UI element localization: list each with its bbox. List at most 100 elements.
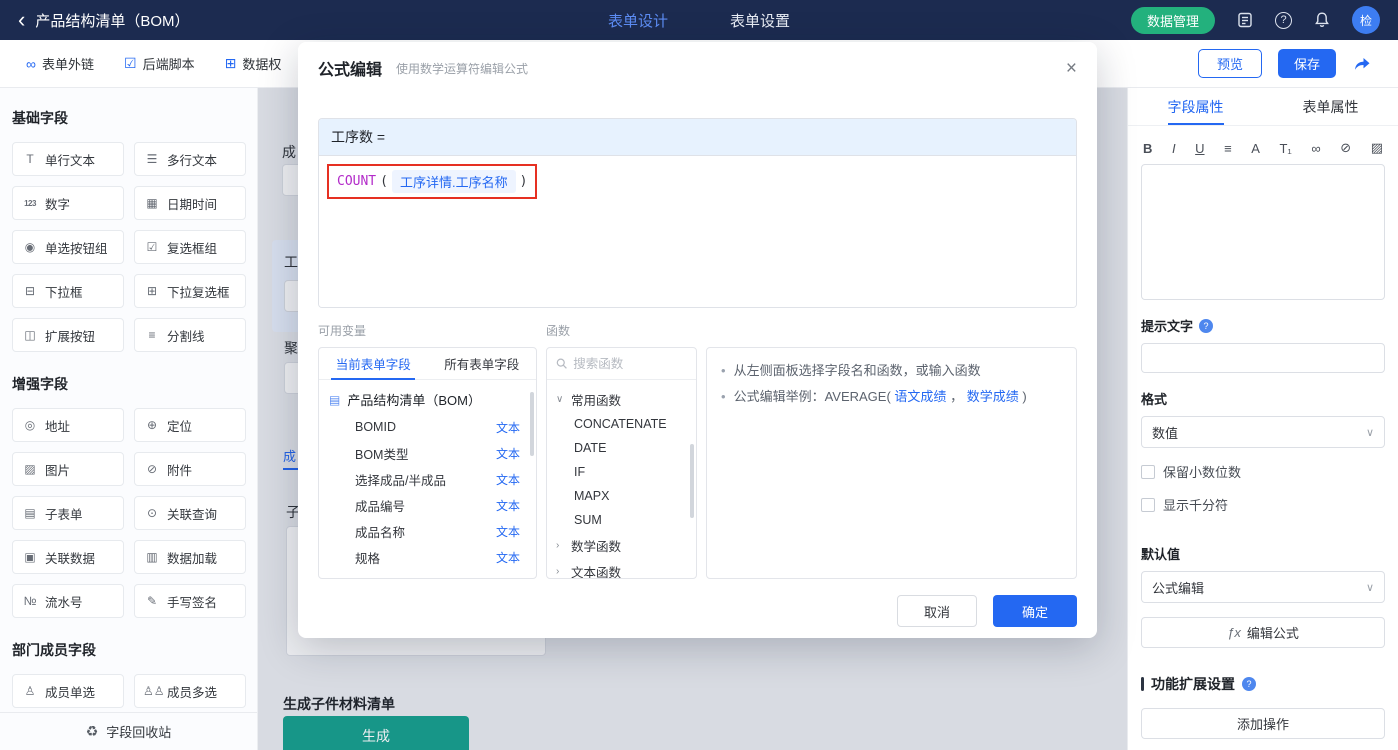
page-title: 产品结构清单（BOM）: [35, 10, 189, 31]
close-icon[interactable]: ×: [1066, 59, 1077, 78]
save-button[interactable]: 保存: [1278, 49, 1336, 78]
palette-item-extend-button[interactable]: ◫扩展按钮: [12, 318, 124, 352]
decimal-checkbox[interactable]: [1141, 465, 1155, 479]
func-item[interactable]: MAPX: [547, 484, 696, 508]
scrollbar-thumb[interactable]: [690, 444, 694, 518]
cancel-button[interactable]: 取消: [897, 595, 977, 627]
avatar[interactable]: 检: [1352, 6, 1380, 34]
func-group-text[interactable]: › 文本函数: [547, 558, 696, 579]
extension-help-icon[interactable]: ?: [1242, 677, 1256, 691]
tab-current-form-fields[interactable]: 当前表单字段: [319, 348, 428, 379]
tab-form-properties[interactable]: 表单属性: [1263, 88, 1398, 125]
palette-item-member-multi[interactable]: ♙♙成员多选: [134, 674, 246, 708]
field-title-editor[interactable]: [1141, 164, 1385, 300]
underline-icon[interactable]: U: [1195, 141, 1204, 156]
func-group-math[interactable]: › 数学函数: [547, 532, 696, 558]
palette-item-address[interactable]: ◎地址: [12, 408, 124, 442]
field-recycle-bin[interactable]: ♻ 字段回收站: [0, 712, 257, 750]
image-icon[interactable]: ▨: [1371, 140, 1383, 156]
decimal-checkbox-row[interactable]: 保留小数位数: [1141, 462, 1385, 481]
func-group-label: 常用函数: [571, 390, 621, 409]
share-icon[interactable]: [1352, 54, 1372, 74]
font-size-icon[interactable]: T₁: [1279, 141, 1291, 156]
field-row[interactable]: 成品编号文本: [319, 492, 536, 518]
palette-item-lookup-query[interactable]: ⊙关联查询: [134, 496, 246, 530]
help-icon[interactable]: ?: [1275, 12, 1292, 29]
nav-tab-form-design[interactable]: 表单设计: [608, 10, 668, 31]
edit-formula-button[interactable]: ƒx 编辑公式: [1141, 617, 1385, 648]
add-action-button[interactable]: 添加操作: [1141, 708, 1385, 739]
thousand-checkbox[interactable]: [1141, 498, 1155, 512]
canvas-field-label: 工: [284, 252, 298, 272]
palette-item-checkbox-group[interactable]: ☑复选框组: [134, 230, 246, 264]
func-item[interactable]: SUM: [547, 508, 696, 532]
preview-button[interactable]: 预览: [1198, 49, 1262, 78]
palette-item-multi-line-text[interactable]: ☰多行文本: [134, 142, 246, 176]
link-icon[interactable]: ∞: [1311, 141, 1320, 156]
field-row[interactable]: 规格文本: [319, 544, 536, 570]
field-row[interactable]: 选择成品/半成品文本: [319, 466, 536, 492]
palette-item-label: 数字: [45, 194, 70, 213]
default-value-select[interactable]: 公式编辑 ∨: [1141, 571, 1385, 603]
formula-editor-area[interactable]: COUNT ( 工序详情.工序名称 ): [319, 155, 1076, 307]
palette-item-subform[interactable]: ▤子表单: [12, 496, 124, 530]
confirm-button[interactable]: 确定: [993, 595, 1077, 627]
back-icon[interactable]: ‹: [18, 2, 25, 38]
nav-tab-form-settings[interactable]: 表单设置: [730, 10, 790, 31]
italic-icon[interactable]: I: [1172, 141, 1176, 156]
palette-item-attachment[interactable]: ⊘附件: [134, 452, 246, 486]
data-permission-item[interactable]: ⊞ 数据权: [225, 54, 282, 73]
form-root-node[interactable]: ▤ 产品结构清单（BOM）: [319, 380, 536, 414]
func-item[interactable]: DATE: [547, 436, 696, 460]
field-type-badge: 文本: [496, 497, 520, 514]
field-row[interactable]: BOM类型文本: [319, 440, 536, 466]
palette-item-dropdown[interactable]: ⊟下拉框: [12, 274, 124, 308]
field-row[interactable]: 成品名称文本: [319, 518, 536, 544]
tab-field-properties[interactable]: 字段属性: [1128, 88, 1263, 125]
palette-item-signature[interactable]: ✎手写签名: [134, 584, 246, 618]
extension-settings-label: 功能扩展设置: [1151, 674, 1235, 694]
chevron-down-icon: ∨: [1366, 581, 1374, 594]
palette-item-linked-data[interactable]: ▣关联数据: [12, 540, 124, 574]
font-color-icon[interactable]: A: [1251, 141, 1260, 156]
tab-all-form-fields[interactable]: 所有表单字段: [428, 348, 537, 379]
formula-field-pill[interactable]: 工序详情.工序名称: [392, 170, 516, 193]
field-name: 选择成品/半成品: [355, 470, 446, 489]
func-group-common[interactable]: ∨ 常用函数: [547, 386, 696, 412]
unlink-icon[interactable]: ⊘: [1340, 140, 1351, 156]
palette-item-number[interactable]: 123数字: [12, 186, 124, 220]
palette-item-image[interactable]: ▨图片: [12, 452, 124, 486]
palette-item-datetime[interactable]: ▦日期时间: [134, 186, 246, 220]
bold-icon[interactable]: B: [1143, 141, 1152, 156]
palette-item-data-load[interactable]: ▥数据加载: [134, 540, 246, 574]
palette-item-dropdown-multi[interactable]: ⊞下拉复选框: [134, 274, 246, 308]
hint-text-input[interactable]: [1141, 343, 1385, 373]
search-input[interactable]: [573, 357, 687, 371]
hint-example-prefix: 公式编辑举例：AVERAGE(: [734, 389, 891, 404]
align-icon[interactable]: ≡: [1224, 141, 1232, 156]
palette-item-single-line-text[interactable]: T单行文本: [12, 142, 124, 176]
palette-item-label: 定位: [167, 416, 192, 435]
func-item[interactable]: CONCATENATE: [547, 412, 696, 436]
palette-item-divider[interactable]: ≡分割线: [134, 318, 246, 352]
twisty-open-icon: ∨: [556, 394, 565, 405]
backend-script-item[interactable]: ☑ 后端脚本: [124, 54, 195, 73]
palette-item-location[interactable]: ⊕定位: [134, 408, 246, 442]
format-select[interactable]: 数值 ∨: [1141, 416, 1385, 448]
external-link-item[interactable]: ∞ 表单外链: [26, 54, 94, 73]
palette-item-serial-number[interactable]: №流水号: [12, 584, 124, 618]
workflow-icon[interactable]: [1235, 10, 1255, 30]
palette-item-radio-group[interactable]: ◉单选按钮组: [12, 230, 124, 264]
thousand-checkbox-row[interactable]: 显示千分符: [1141, 495, 1385, 514]
palette-item-member-single[interactable]: ♙成员单选: [12, 674, 124, 708]
data-manage-button[interactable]: 数据管理: [1131, 7, 1215, 34]
func-item[interactable]: IF: [547, 460, 696, 484]
function-search: [547, 348, 696, 380]
generate-button[interactable]: 生成: [283, 716, 469, 750]
scrollbar-thumb[interactable]: [530, 392, 534, 456]
hint-help-icon[interactable]: ?: [1199, 319, 1213, 333]
field-row[interactable]: BOMID文本: [319, 414, 536, 440]
script-icon: ☑: [124, 55, 137, 72]
bell-icon[interactable]: [1312, 10, 1332, 30]
lookup-icon: ⊙: [143, 506, 161, 520]
